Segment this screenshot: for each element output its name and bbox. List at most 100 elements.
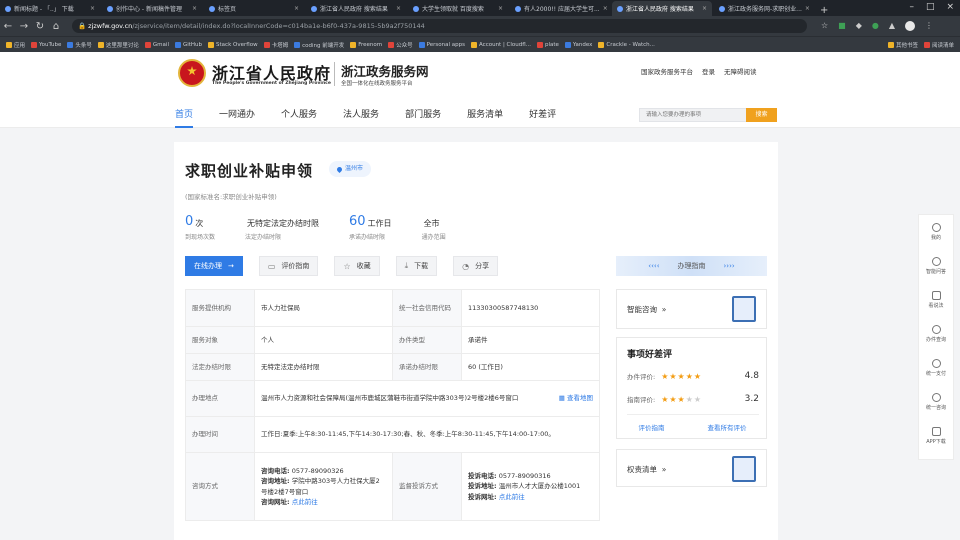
bookmark-item[interactable]: 头条号 (67, 41, 92, 49)
star-icon[interactable]: ☆ (821, 21, 828, 31)
table-row: 办理地点 温州市人力资源和社会保障局(温州市鹿城区蒲鞋市街道学院中路303号)2… (185, 380, 600, 417)
bookmark-item[interactable]: YouTube (31, 41, 61, 48)
rail-case-query[interactable]: 办件查询 (919, 317, 953, 351)
forward-icon[interactable]: → (16, 21, 32, 32)
item-detail-card: 求职创业补贴申领 温州市 (国家标准名:求职创业补贴申领) 0 次到现场次数 无特… (174, 142, 778, 540)
nav-home[interactable]: 首页 (175, 107, 194, 128)
bookmark-item[interactable]: GitHub (174, 41, 202, 48)
divider (627, 414, 759, 415)
browser-tab[interactable]: 标签页 × (204, 1, 304, 16)
reload-icon[interactable]: ↻ (32, 21, 48, 32)
extension-icon[interactable]: ◆ (856, 21, 862, 31)
rail-payment[interactable]: 统一支付 (919, 351, 953, 385)
nav-personal[interactable]: 个人服务 (281, 107, 317, 128)
bookmark-icon (67, 41, 74, 48)
bookmark-item[interactable]: Personal apps (418, 41, 465, 48)
bookmark-item[interactable]: Stack Overflow (208, 41, 258, 48)
nav-department[interactable]: 部门服务 (405, 107, 441, 128)
browser-tab[interactable]: 浙江省人民政府 搜索结果 × (306, 1, 406, 16)
bookmark-item[interactable]: Freenom (350, 41, 382, 48)
rights-list-card[interactable]: 权责清单 » (616, 449, 767, 487)
consult-web-link[interactable]: 点此前往 (292, 498, 318, 506)
close-icon[interactable]: × (90, 5, 95, 12)
download-button[interactable]: ⤓ 下载 (395, 256, 438, 276)
share-button[interactable]: ◔ 分享 (453, 256, 499, 276)
rating-guide-link[interactable]: 评价指南 (639, 422, 665, 432)
nav-rating[interactable]: 好差评 (529, 107, 556, 128)
consult-illustration-icon (732, 296, 756, 322)
browser-tab[interactable]: 新闻标题 - 「..」 下载 × (0, 1, 100, 16)
favorite-button[interactable]: ☆ 收藏 (334, 256, 380, 276)
minimize-icon[interactable]: – (909, 2, 914, 12)
rail-my[interactable]: 我的 (919, 215, 953, 249)
bookmark-item[interactable]: coding 前端开发 (294, 41, 344, 49)
url-field[interactable]: 🔒 zjzwfw.gov.cn/zjservice/item/detail/in… (72, 19, 807, 33)
nav-one-stop[interactable]: 一网通办 (219, 107, 255, 128)
bookmark-item[interactable]: Account | Cloudfl... (471, 41, 531, 48)
favicon-icon (617, 5, 623, 12)
search-button[interactable]: 搜索 (746, 108, 777, 122)
bookmark-icon (294, 41, 301, 48)
apply-online-button[interactable]: 在线办理 → (185, 256, 243, 276)
maximize-icon[interactable]: □ (926, 2, 935, 12)
close-window-icon[interactable]: × (946, 2, 954, 12)
table-row: 咨询方式 咨询电话: 0577-89090326 咨询地址: 学院中路303号人… (185, 452, 600, 521)
all-ratings-link[interactable]: 查看所有评价 (708, 422, 747, 432)
nav-legal-person[interactable]: 法人服务 (343, 107, 379, 128)
table-row: 服务对象 个人 办件类型 承诺件 (185, 326, 600, 354)
service-title[interactable]: 浙江政务服务网 (341, 61, 429, 80)
extension-icon[interactable]: ■ (838, 21, 846, 31)
rail-app-download[interactable]: APP下载 (919, 419, 953, 453)
bookmark-icon (418, 41, 425, 48)
menu-icon[interactable]: ⋮ (925, 21, 933, 31)
close-icon[interactable]: × (603, 5, 608, 12)
bookmark-item[interactable]: 这里那里讨论 (97, 41, 139, 49)
browser-tab-active[interactable]: 浙江省人民政府 搜索结果 × (612, 1, 712, 16)
bookmark-item[interactable]: Yandex (564, 41, 592, 48)
new-tab-icon[interactable]: + (820, 5, 828, 16)
national-platform-link[interactable]: 国家政务服务平台 (641, 66, 693, 76)
bookmark-item[interactable]: plate (536, 41, 559, 48)
bookmark-item[interactable]: Gmail (144, 41, 169, 48)
close-icon[interactable]: × (498, 5, 503, 12)
share-icon: ◔ (462, 261, 470, 271)
home-icon[interactable]: ⌂ (48, 21, 64, 32)
close-icon[interactable]: × (294, 5, 299, 12)
nav-service-list[interactable]: 服务清单 (467, 107, 503, 128)
bookmark-item[interactable]: 应用 (6, 41, 25, 49)
close-icon[interactable]: × (396, 5, 401, 12)
guide-rating-row: 指南评价: ★★★★★ 3.2 (627, 394, 759, 404)
login-link[interactable]: 登录 (702, 66, 715, 76)
rail-consult[interactable]: 统一咨询 (919, 385, 953, 419)
phone-icon (931, 393, 941, 402)
guide-tab[interactable]: ‹‹‹‹ 办理指南 ›››› (616, 256, 767, 276)
bookmark-item[interactable]: 公众号 (388, 41, 413, 49)
rating-guide-button[interactable]: ▭ 评价指南 (258, 256, 319, 276)
browser-tab[interactable]: 大学生领取就 百度搜索 × (408, 1, 508, 16)
bookmark-item[interactable]: Crackle - Watch... (598, 41, 655, 48)
bookmark-item[interactable]: 卡塔姆 (263, 41, 288, 49)
complain-web-link[interactable]: 点此前往 (499, 493, 525, 501)
view-map-link[interactable]: ▦ 查看地图 (559, 393, 593, 403)
extension-icon[interactable]: ● (872, 21, 879, 31)
close-icon[interactable]: × (805, 5, 810, 12)
table-row: 办理时间 工作日:夏季:上午8:30-11:45,下午14:30-17:30;春… (185, 416, 600, 453)
browser-tab[interactable]: 有人2000!! 应届大学生可... × (510, 1, 610, 16)
rail-smart-qa[interactable]: 智能问答 (919, 249, 953, 283)
location-badge[interactable]: 温州市 (329, 161, 372, 177)
national-emblem-icon[interactable] (178, 59, 206, 87)
rail-law[interactable]: 看说法 (919, 283, 953, 317)
browser-tab[interactable]: 浙江政务服务网-求职创业... × (714, 1, 814, 16)
reading-list[interactable]: 阅读清单 (923, 41, 954, 49)
browser-tab[interactable]: 创作中心 - 新闻稿件管理 × (102, 1, 202, 16)
close-icon[interactable]: × (192, 5, 197, 12)
extension-icon[interactable]: ▲ (889, 21, 895, 31)
smart-consult-card[interactable]: 智能咨询 » (616, 289, 767, 329)
search-input[interactable] (639, 108, 747, 122)
close-icon[interactable]: × (702, 5, 707, 12)
avatar[interactable] (905, 21, 916, 31)
reading-list-icon (923, 41, 930, 48)
back-icon[interactable]: ← (0, 21, 16, 32)
other-bookmarks[interactable]: 其他书签 (887, 41, 918, 49)
accessibility-link[interactable]: 无障碍阅读 (724, 66, 757, 76)
